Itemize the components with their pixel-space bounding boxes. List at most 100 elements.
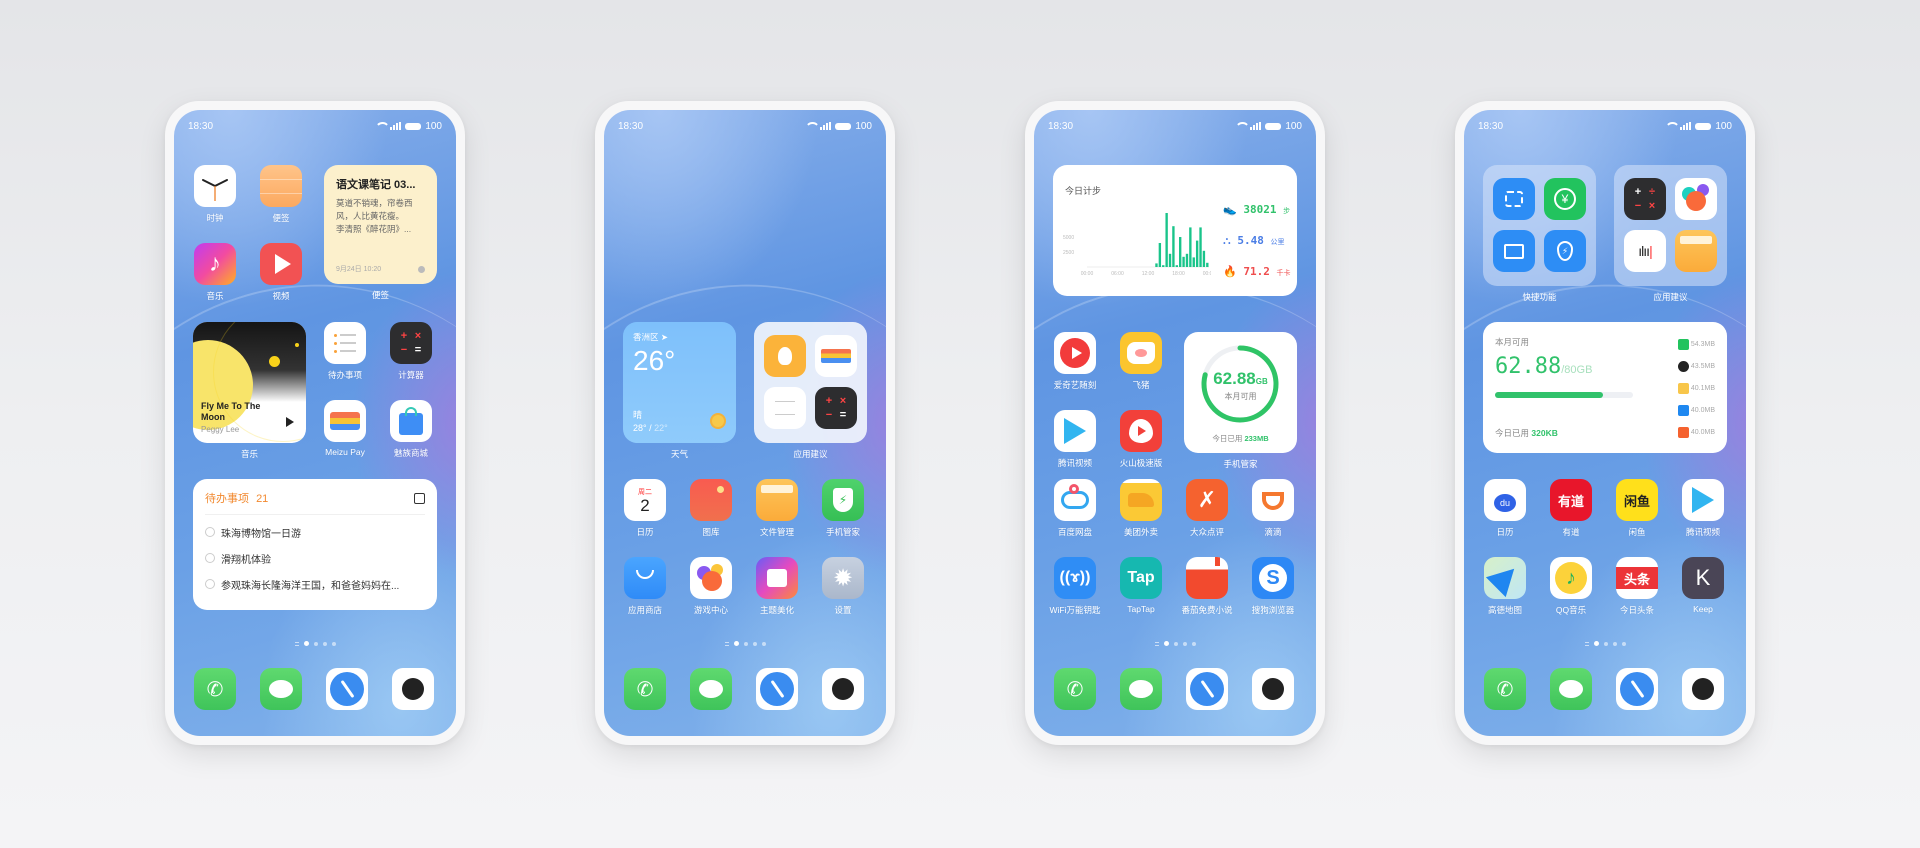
dock-camera[interactable] <box>1247 668 1299 710</box>
app-suggest-widget[interactable]: + × − = <box>754 322 867 443</box>
app-tencent-video[interactable]: 腾讯视频 <box>1677 479 1729 538</box>
dock-browser[interactable] <box>321 668 373 710</box>
app-phone-manager[interactable]: ⚡ 手机管家 <box>817 479 869 538</box>
widget-label: 应用建议 <box>1653 292 1688 302</box>
page-indicator[interactable] <box>1034 641 1316 646</box>
huoshan-icon <box>1120 410 1162 452</box>
app-clock[interactable]: 时钟 <box>189 165 241 224</box>
distance-row: ⛬ 5.48 公里 <box>1223 234 1285 247</box>
page-indicator[interactable] <box>604 641 886 646</box>
calculator-icon[interactable]: + × − = <box>815 387 857 429</box>
edit-icon[interactable] <box>414 492 425 504</box>
wifi-icon <box>1235 122 1251 130</box>
app-iqiyi[interactable]: 爱奇艺随刻 <box>1049 332 1101 391</box>
scan-icon[interactable] <box>1493 178 1535 220</box>
water-bolt-icon[interactable]: ⚡ <box>1544 230 1586 272</box>
app-taptap[interactable]: Tap TapTap <box>1115 557 1167 614</box>
page-indicator[interactable] <box>1464 641 1746 646</box>
app-xianyu[interactable]: 闲鱼 闲鱼 <box>1611 479 1663 538</box>
app-game-center[interactable]: 游戏中心 <box>685 557 737 616</box>
tips-icon[interactable] <box>764 335 806 377</box>
dock-browser[interactable] <box>751 668 803 710</box>
todo-item[interactable]: 珠海博物馆一日游 <box>205 519 425 545</box>
recorder-icon[interactable]: ılıı| <box>1624 230 1666 272</box>
data-today-row: 今日已用 320KB <box>1495 427 1558 439</box>
app-files[interactable]: 文件管理 <box>751 479 803 538</box>
app-fliggy[interactable]: 飞猪 <box>1115 332 1167 391</box>
app-fanqie[interactable]: 番茄免费小说 <box>1181 557 1233 616</box>
app-wifi-key[interactable]: ((ɤ)) WiFi万能钥匙 <box>1049 557 1101 616</box>
dock-messages[interactable] <box>255 668 307 710</box>
phone-icon: ✆ <box>1054 668 1096 710</box>
checkbox[interactable] <box>205 527 215 537</box>
app-label: WiFi万能钥匙 <box>1049 605 1101 615</box>
weather-widget[interactable]: 香洲区 ➤ 26° 晴 28° / 22° <box>623 322 736 443</box>
note-line: 莫道不销魂，帘卷西 <box>336 198 413 208</box>
app-todo[interactable]: 待办事项 <box>319 322 371 381</box>
todo-icon[interactable] <box>764 387 806 429</box>
game-center-icon[interactable] <box>1675 178 1717 220</box>
app-huoshan[interactable]: 火山极速版 <box>1115 410 1167 469</box>
dock-camera[interactable] <box>387 668 439 710</box>
todo-item[interactable]: 参观珠海长隆海洋王国，和爸爸妈妈在... <box>205 571 425 597</box>
dock-browser[interactable] <box>1181 668 1233 710</box>
app-didi[interactable]: 滴滴 <box>1247 479 1299 538</box>
folder-icon[interactable] <box>1675 230 1717 272</box>
dock-browser[interactable] <box>1611 668 1663 710</box>
steps-widget[interactable]: 今日计步 5000 2500 00:00 06:00 12:00 18:00 00:00 👟… <box>1053 165 1297 296</box>
play-icon[interactable] <box>286 417 294 427</box>
app-calendar[interactable]: 周二 2 日历 <box>619 479 671 538</box>
app-baidu-netdisk[interactable]: 百度网盘 <box>1049 479 1101 538</box>
dock-phone[interactable]: ✆ <box>1479 668 1531 710</box>
data-usage-widget[interactable]: 本月可用 62.88/80GB 今日已用 320KB 54.3MB 43.5MB… <box>1483 322 1727 453</box>
dock-phone[interactable]: ✆ <box>189 668 241 710</box>
data-usage-widget[interactable]: 62.88GB 本月可用 今日已用 233MB <box>1184 332 1297 453</box>
dock-messages[interactable] <box>1545 668 1597 710</box>
page-indicator[interactable] <box>174 641 456 646</box>
music-widget[interactable]: Fly Me To The Moon Peggy Lee <box>193 322 306 443</box>
taptap-logo-text: Tap <box>1127 569 1155 586</box>
dock-messages[interactable] <box>1115 668 1167 710</box>
dock-phone[interactable]: ✆ <box>1049 668 1101 710</box>
app-suggest-widget[interactable]: + ÷ − × ılıı| <box>1614 165 1727 286</box>
x-tick-label: 00:00 <box>1203 271 1211 277</box>
dock-phone[interactable]: ✆ <box>619 668 671 710</box>
dock-messages[interactable] <box>685 668 737 710</box>
note-widget[interactable]: 语文课笔记 03... 莫道不销魂，帘卷西 风，人比黄花瘦。 李清照《醉花阴》.… <box>324 165 437 284</box>
app-theme[interactable]: 主题美化 <box>751 557 803 616</box>
weather-location: 香洲区 ➤ <box>633 332 669 342</box>
app-music[interactable]: ♪ 音乐 <box>189 243 241 302</box>
app-calculator[interactable]: + × − = 计算器 <box>385 322 437 381</box>
app-meizu-pay[interactable]: Meizu Pay <box>319 400 371 457</box>
app-video[interactable]: 视频 <box>255 243 307 302</box>
weather-high: 28° <box>633 423 647 433</box>
card-icon[interactable] <box>1493 230 1535 272</box>
dock-camera[interactable] <box>817 668 869 710</box>
calculator-icon[interactable]: + ÷ − × <box>1624 178 1666 220</box>
app-sogou[interactable]: S 搜狗浏览器 <box>1247 557 1299 616</box>
app-tencent-video[interactable]: 腾讯视频 <box>1049 410 1101 469</box>
app-settings[interactable]: ✹ 设置 <box>817 557 869 616</box>
dock-camera[interactable] <box>1677 668 1729 710</box>
xianyu-logo-text: 闲鱼 <box>1623 493 1650 509</box>
checkbox[interactable] <box>205 579 215 589</box>
app-keep[interactable]: K Keep <box>1677 557 1729 614</box>
todo-item[interactable]: 滑翔机体验 <box>205 545 425 571</box>
location-arrow-icon: ➤ <box>660 332 669 342</box>
app-amap[interactable]: 高德地图 <box>1479 557 1531 616</box>
app-gallery[interactable]: 图库 <box>685 479 737 538</box>
app-store[interactable]: 应用商店 <box>619 557 671 616</box>
todo-widget[interactable]: 待办事项 21 珠海博物馆一日游 滑翔机体验 参观珠海长隆海洋王国，和爸爸妈妈在… <box>193 479 437 610</box>
checkbox[interactable] <box>205 553 215 563</box>
app-meituan[interactable]: 美团外卖 <box>1115 479 1167 538</box>
app-meizu-store[interactable]: 魅族商城 <box>385 400 437 459</box>
app-toutiao[interactable]: 头条 今日头条 <box>1611 557 1663 616</box>
quick-functions-widget[interactable]: ¥ ⚡ <box>1483 165 1596 286</box>
app-qqmusic[interactable]: ♪ QQ音乐 <box>1545 557 1597 616</box>
wallet-icon[interactable] <box>815 335 857 377</box>
payment-code-icon[interactable]: ¥ <box>1544 178 1586 220</box>
app-dianping[interactable]: ✗ 大众点评 <box>1181 479 1233 538</box>
app-notes[interactable]: 便签 <box>255 165 307 224</box>
app-baidu[interactable]: du 日历 <box>1479 479 1531 538</box>
app-youdao[interactable]: 有道 有道 <box>1545 479 1597 538</box>
